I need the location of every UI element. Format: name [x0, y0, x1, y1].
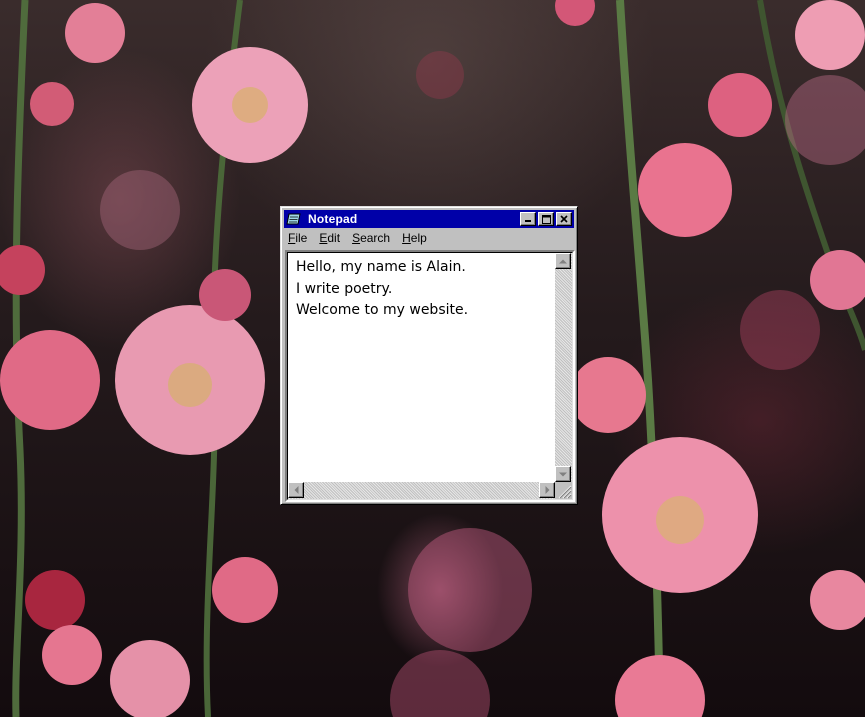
- window-title: Notepad: [308, 212, 358, 226]
- text-editor[interactable]: Hello, my name is Alain. I write poetry.…: [285, 250, 575, 502]
- document-text[interactable]: Hello, my name is Alain. I write poetry.…: [296, 257, 550, 479]
- notepad-window[interactable]: Notepad File Edit Search Help Hello, my …: [280, 206, 578, 505]
- resize-grip-icon: [558, 485, 572, 499]
- menu-bar: File Edit Search Help: [284, 228, 574, 248]
- arrow-left-icon: [294, 486, 298, 494]
- menu-file-label: ile: [295, 231, 308, 245]
- close-icon: [560, 215, 568, 223]
- close-button[interactable]: [556, 212, 572, 226]
- minimize-button[interactable]: [520, 212, 536, 226]
- vertical-scrollbar[interactable]: [555, 253, 572, 482]
- scroll-up-button[interactable]: [555, 253, 571, 269]
- editor-frame: Hello, my name is Alain. I write poetry.…: [287, 252, 573, 500]
- scroll-left-button[interactable]: [288, 482, 304, 498]
- menu-search-label: earch: [360, 231, 391, 245]
- notepad-icon[interactable]: [286, 212, 302, 226]
- maximize-icon: [541, 214, 551, 224]
- menu-search[interactable]: Search: [352, 231, 390, 245]
- arrow-up-icon: [559, 259, 567, 263]
- horizontal-scrollbar[interactable]: [288, 482, 555, 499]
- menu-edit-label: dit: [327, 231, 341, 245]
- menu-edit[interactable]: Edit: [319, 231, 340, 245]
- arrow-down-icon: [559, 472, 567, 476]
- text-line: Welcome to my website.: [296, 302, 469, 318]
- menu-help[interactable]: Help: [402, 231, 427, 245]
- maximize-button[interactable]: [538, 212, 554, 226]
- text-line: Hello, my name is Alain.: [296, 259, 466, 275]
- resize-grip[interactable]: [555, 482, 572, 499]
- menu-help-label: elp: [410, 231, 427, 245]
- text-line: I write poetry.: [296, 280, 393, 297]
- title-bar[interactable]: Notepad: [284, 210, 574, 228]
- menu-help-accelerator: H: [402, 231, 411, 245]
- scroll-right-button[interactable]: [539, 482, 555, 498]
- menu-search-accelerator: S: [352, 231, 361, 245]
- arrow-right-icon: [545, 486, 549, 494]
- menu-file[interactable]: File: [288, 231, 307, 245]
- minimize-icon: [525, 220, 531, 222]
- scroll-down-button[interactable]: [555, 466, 571, 482]
